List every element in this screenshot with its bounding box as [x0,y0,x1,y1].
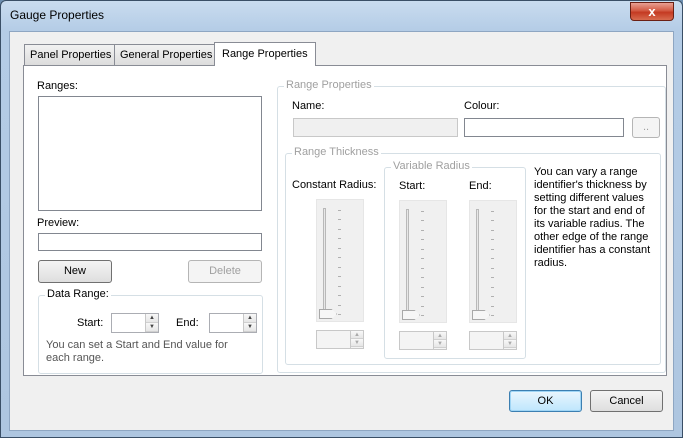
ok-button-label: OK [537,395,554,407]
range-properties-panel: Ranges: Preview: New Delete Data Range: … [23,65,667,376]
tab-label: Panel Properties [30,49,112,61]
ranges-listbox[interactable] [38,96,262,211]
colour-picker-button[interactable]: .. [632,117,660,138]
slider-thumb[interactable] [472,310,490,320]
spin-down-icon[interactable]: ▼ [504,340,516,348]
cancel-button[interactable]: Cancel [590,390,663,412]
range-properties-title: Range Properties [284,79,374,91]
ranges-label: Ranges: [37,80,78,92]
variable-end-label: End: [469,180,492,192]
variable-start-slider[interactable] [399,200,447,323]
range-properties-group: Range Properties Name: Colour: .. Range … [277,79,666,373]
constant-radius-slider[interactable] [316,199,364,322]
slider-thumb[interactable] [319,309,337,319]
range-thickness-group: Range Thickness Constant Radius: ▲ ▼ Var… [285,146,661,365]
preview-box [38,233,262,251]
title-bar[interactable]: Gauge Properties x [1,1,682,31]
colour-label: Colour: [464,100,500,112]
data-range-start-spinner[interactable]: ▲ ▼ [111,313,159,333]
tab-label: General Properties [120,49,213,61]
spin-up-icon[interactable]: ▲ [146,314,158,323]
variable-start-spinner[interactable]: ▲ ▼ [399,331,447,350]
slider-thumb[interactable] [402,310,420,320]
delete-button[interactable]: Delete [188,260,262,283]
name-label: Name: [292,100,325,112]
preview-label: Preview: [37,217,80,229]
start-label: Start: [77,317,104,329]
variable-start-label: Start: [399,180,426,192]
colour-field[interactable] [464,118,624,137]
tab-range-properties[interactable]: Range Properties [214,42,316,66]
close-button[interactable]: x [630,2,674,21]
delete-button-label: Delete [209,265,241,277]
range-thickness-title: Range Thickness [292,146,381,158]
ok-button[interactable]: OK [509,390,582,412]
variable-radius-title: Variable Radius [391,160,472,172]
constant-radius-spinner[interactable]: ▲ ▼ [316,330,364,349]
spin-down-icon[interactable]: ▼ [351,339,363,347]
data-range-hint: You can set a Start and End value for ea… [46,339,228,364]
data-range-end-spinner[interactable]: ▲ ▼ [209,313,257,333]
close-icon: x [648,4,656,19]
new-button[interactable]: New [38,260,112,283]
new-button-label: New [63,265,86,277]
tab-panel-properties[interactable]: Panel Properties [24,44,118,65]
data-range-group: Data Range: Start: ▲ ▼ End: ▲ ▼ You can se… [38,288,263,374]
spin-up-icon[interactable]: ▲ [434,332,446,340]
gauge-properties-dialog: Gauge Properties x Panel Properties Gene… [0,0,683,438]
spin-down-icon[interactable]: ▼ [434,340,446,348]
ellipsis-icon: .. [642,121,650,133]
window-title: Gauge Properties [10,8,105,22]
thickness-help-text: You can vary a range identifier's thickn… [534,166,651,269]
variable-end-slider[interactable] [469,200,517,323]
end-label: End: [176,317,199,329]
dialog-client-area: Panel Properties General Properties Rang… [9,31,674,431]
tab-general-properties[interactable]: General Properties [114,44,219,65]
constant-radius-label: Constant Radius: [292,179,377,191]
tab-label: Range Properties [222,48,308,60]
variable-radius-group: Variable Radius Start: End: ▲ ▼ ▲ ▼ [384,160,526,359]
name-field[interactable] [293,118,458,137]
spin-down-icon[interactable]: ▼ [244,323,256,332]
spin-down-icon[interactable]: ▼ [146,323,158,332]
spin-up-icon[interactable]: ▲ [351,331,363,339]
spin-up-icon[interactable]: ▲ [244,314,256,323]
spin-up-icon[interactable]: ▲ [504,332,516,340]
data-range-title: Data Range: [45,288,111,300]
variable-end-spinner[interactable]: ▲ ▼ [469,331,517,350]
cancel-button-label: Cancel [609,395,644,407]
